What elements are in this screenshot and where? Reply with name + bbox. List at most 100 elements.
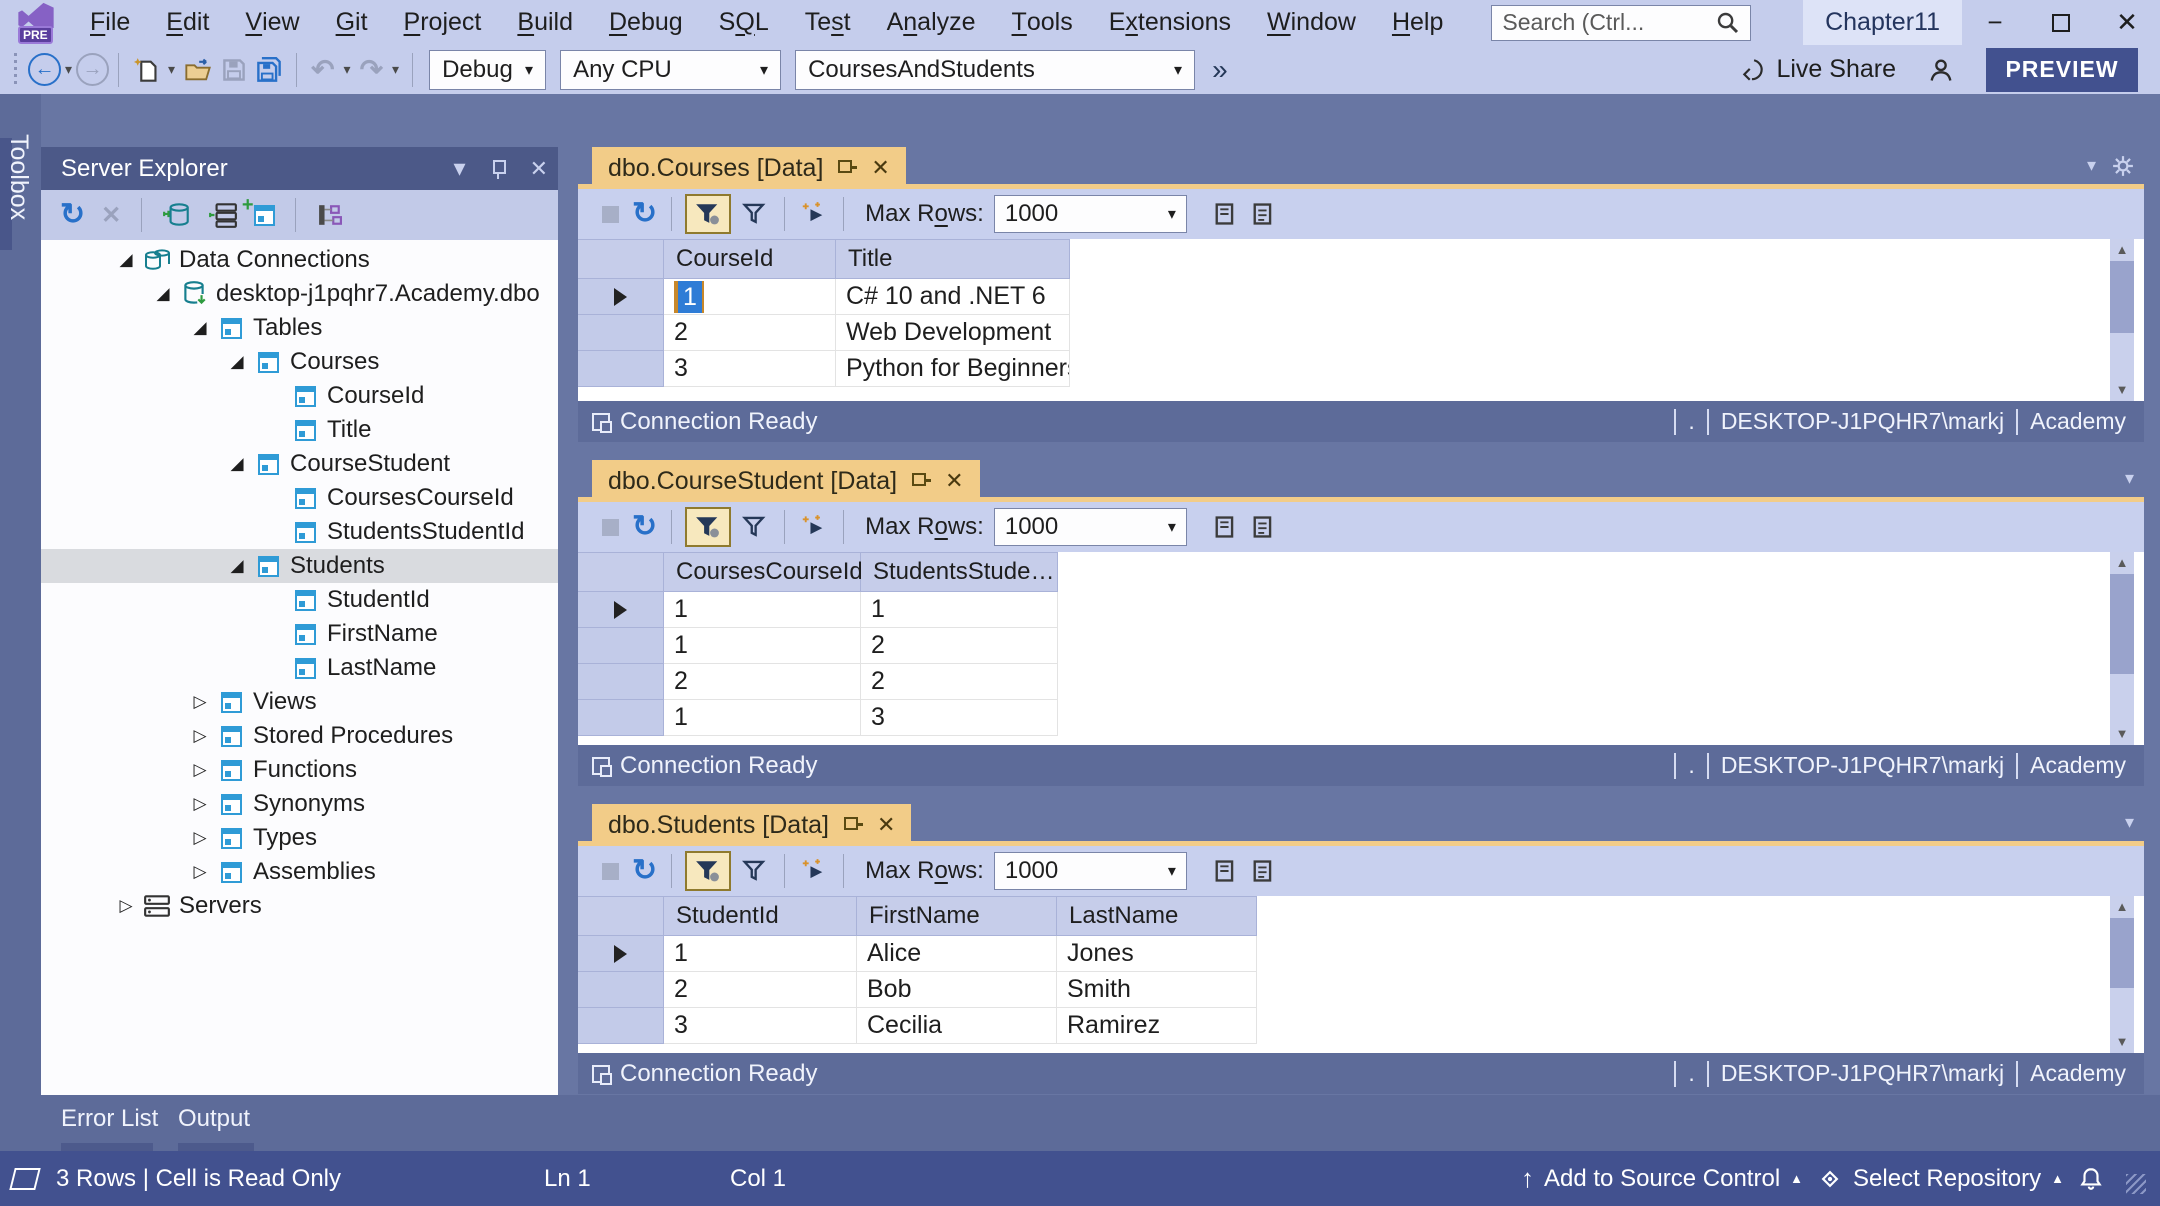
row-selector[interactable] [578, 315, 664, 351]
row-selector[interactable] [578, 351, 664, 387]
filter-active-toggle[interactable] [685, 851, 731, 891]
menu-debug[interactable]: Debug [591, 0, 701, 45]
tab-dbo-courses-data[interactable]: dbo.Courses [Data] ✕ [592, 147, 906, 189]
row-selector[interactable] [578, 664, 664, 700]
expanded-icon[interactable]: ◢ [111, 250, 141, 270]
menu-build[interactable]: Build [499, 0, 591, 45]
column-header[interactable]: FirstName [857, 896, 1057, 936]
grid-cell[interactable]: 1 [664, 936, 857, 972]
menu-file[interactable]: File [72, 0, 148, 45]
grid-cell[interactable]: 2 [861, 628, 1058, 664]
tree-item-assemblies[interactable]: ▷ Assemblies [41, 855, 558, 889]
solution-configuration-select[interactable]: Debug ▾ [429, 50, 546, 90]
undo-dropdown-icon[interactable]: ▾ [344, 61, 351, 78]
menu-sql[interactable]: SQL [701, 0, 787, 45]
tree-item-coursestudent[interactable]: ◢ CourseStudent [41, 447, 558, 481]
scroll-down-icon[interactable]: ▼ [2116, 1031, 2129, 1053]
tab-dbo-students-data[interactable]: dbo.Students [Data] ✕ [592, 804, 911, 846]
open-file-button[interactable] [184, 58, 212, 82]
navigate-back-button[interactable]: ← [28, 53, 61, 86]
stop-refresh-button[interactable]: ✕ [101, 201, 121, 230]
undo-button[interactable]: ↶ [311, 53, 334, 86]
grid-cell[interactable]: 1 [664, 279, 836, 315]
tree-item-database[interactable]: ◢ desktop-j1pqhr7.Academy.dbo [41, 277, 558, 311]
script-button[interactable] [801, 514, 827, 540]
new-project-button[interactable] [133, 57, 159, 83]
create-new-sql-database-button[interactable]: + [254, 205, 275, 226]
refresh-button[interactable]: ↻ [632, 512, 657, 542]
select-all-cell[interactable] [578, 239, 664, 279]
new-dropdown-icon[interactable]: ▾ [168, 61, 175, 78]
grid-cell[interactable]: 1 [861, 592, 1058, 628]
tab-list-icon[interactable]: ▾ [2125, 812, 2134, 833]
startup-project-select[interactable]: CoursesAndStudents ▾ [795, 50, 1195, 90]
toolbox-tab[interactable]: Toolbox [4, 134, 33, 220]
tree-item-coursescourseid[interactable]: CoursesCourseId [41, 481, 558, 515]
auto-populate-button[interactable] [316, 203, 344, 227]
selected-cell[interactable]: 1 [674, 281, 704, 313]
vertical-scrollbar[interactable]: ▲ ▼ [2110, 239, 2134, 401]
grid-cell[interactable]: 2 [664, 315, 836, 351]
row-selector[interactable] [578, 628, 664, 664]
grid-cell[interactable]: Python for Beginners [836, 351, 1070, 387]
tree-item-students[interactable]: ◢ Students [41, 549, 558, 583]
menu-analyze[interactable]: Analyze [869, 0, 994, 45]
redo-button[interactable]: ↷ [360, 53, 383, 86]
refresh-button[interactable]: ↻ [632, 199, 657, 229]
tree-item-stored-procedures[interactable]: ▷ Stored Procedures [41, 719, 558, 753]
collapsed-icon[interactable]: ▷ [185, 828, 215, 848]
scroll-down-icon[interactable]: ▼ [2116, 379, 2129, 401]
grid-cell[interactable]: C# 10 and .NET 6 [836, 279, 1070, 315]
column-header[interactable]: CoursesCourseId [664, 552, 861, 592]
maximize-button[interactable] [2028, 0, 2094, 45]
tab-output[interactable]: Output [178, 1105, 250, 1133]
save-all-button[interactable] [256, 57, 282, 83]
grid-cell[interactable]: 1 [664, 592, 861, 628]
grid-cell[interactable]: Bob [857, 972, 1057, 1008]
stop-button[interactable] [602, 863, 619, 880]
close-icon[interactable]: ✕ [871, 155, 889, 181]
tree-item-tables[interactable]: ◢ Tables [41, 311, 558, 345]
grid-cell[interactable]: 1 [664, 700, 861, 736]
line-indicator[interactable]: Ln 1 [544, 1165, 591, 1193]
vertical-scrollbar[interactable]: ▲ ▼ [2110, 552, 2134, 745]
tree-item-types[interactable]: ▷ Types [41, 821, 558, 855]
grid-cell[interactable]: Ramirez [1057, 1008, 1257, 1044]
collapsed-icon[interactable]: ▷ [185, 760, 215, 780]
collapsed-icon[interactable]: ▷ [185, 692, 215, 712]
tree-item-views[interactable]: ▷ Views [41, 685, 558, 719]
gear-icon[interactable] [2112, 155, 2134, 177]
menu-test[interactable]: Test [787, 0, 869, 45]
scroll-up-icon[interactable]: ▲ [2116, 239, 2129, 261]
grid-cell[interactable]: Cecilia [857, 1008, 1057, 1044]
column-indicator[interactable]: Col 1 [730, 1165, 786, 1193]
menu-window[interactable]: Window [1249, 0, 1374, 45]
collapsed-icon[interactable]: ▷ [111, 896, 141, 916]
tree-item-firstname[interactable]: FirstName [41, 617, 558, 651]
add-to-source-control-button[interactable]: ↑ Add to Source Control ▲ [1521, 1163, 1803, 1194]
pin-icon[interactable] [843, 815, 863, 835]
window-position-icon[interactable]: ▾ [454, 154, 466, 183]
stop-button[interactable] [602, 206, 619, 223]
select-all-cell[interactable] [578, 552, 664, 592]
search-input[interactable]: Search (Ctrl... [1491, 5, 1751, 41]
expanded-icon[interactable]: ◢ [222, 454, 252, 474]
toolbar-overflow-button[interactable]: » [1212, 60, 1228, 80]
expanded-icon[interactable]: ◢ [222, 352, 252, 372]
expanded-icon[interactable]: ◢ [185, 318, 215, 338]
grid-cell[interactable]: 2 [861, 664, 1058, 700]
pin-icon[interactable] [488, 159, 508, 179]
tab-dbo-coursestudent-data[interactable]: dbo.CourseStudent [Data] ✕ [592, 460, 980, 502]
expanded-icon[interactable]: ◢ [148, 284, 178, 304]
menu-git[interactable]: Git [318, 0, 386, 45]
resize-grip[interactable] [2126, 1174, 2146, 1194]
scroll-thumb[interactable] [2110, 261, 2134, 333]
account-button[interactable] [1927, 56, 1955, 84]
solution-platform-select[interactable]: Any CPU ▾ [560, 50, 781, 90]
redo-dropdown-icon[interactable]: ▾ [392, 61, 399, 78]
tab-list-icon[interactable]: ▾ [2125, 468, 2134, 489]
tree-item-title[interactable]: Title [41, 413, 558, 447]
tree-item-synonyms[interactable]: ▷ Synonyms [41, 787, 558, 821]
collapsed-icon[interactable]: ▷ [185, 862, 215, 882]
select-all-cell[interactable] [578, 896, 664, 936]
